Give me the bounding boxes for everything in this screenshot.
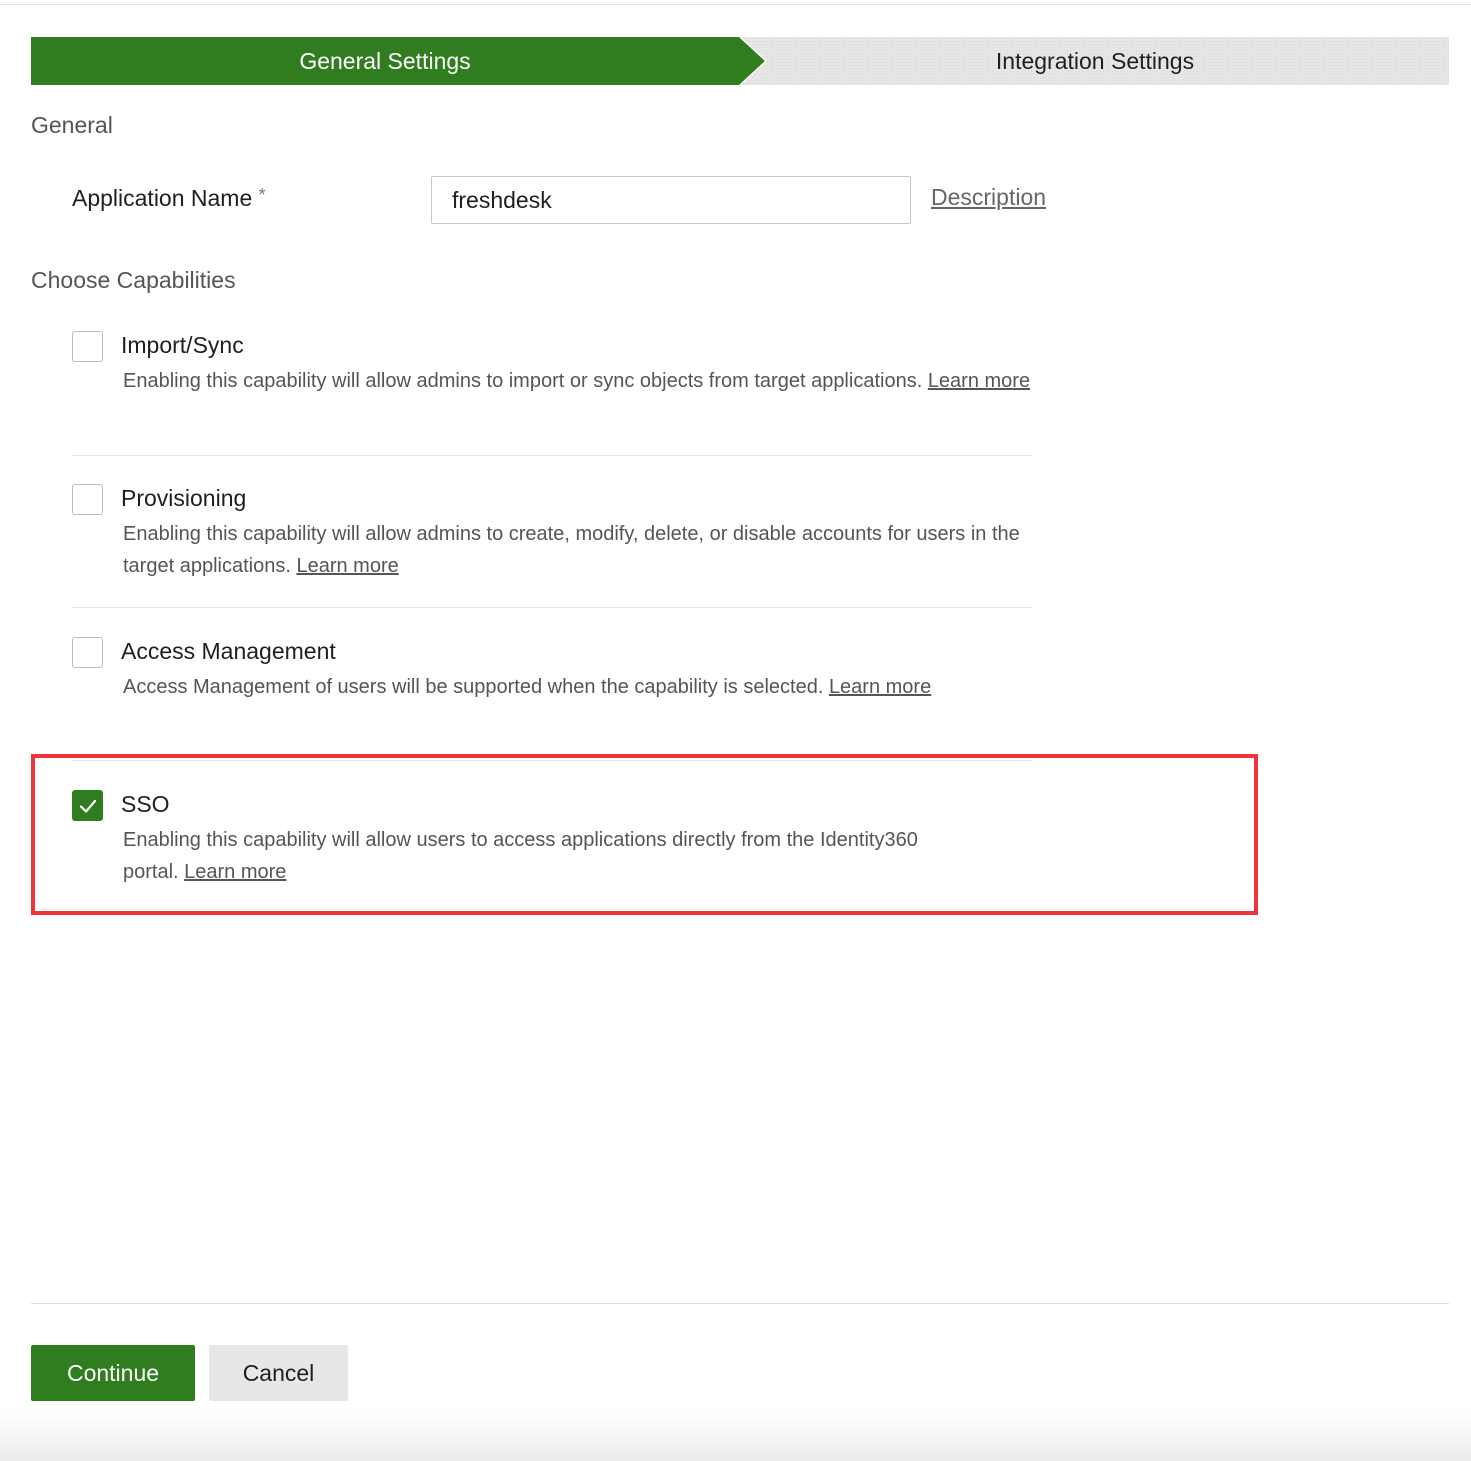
capability-title: Access Management xyxy=(121,638,336,664)
learn-more-link[interactable]: Learn more xyxy=(829,676,931,698)
provisioning-checkbox[interactable] xyxy=(72,484,103,515)
import-sync-checkbox[interactable] xyxy=(72,331,103,362)
capability-description: Access Management of users will be suppo… xyxy=(123,671,1003,703)
step-general-settings[interactable]: General Settings xyxy=(31,37,739,85)
application-name-label: Application Name * xyxy=(72,185,266,212)
footer-divider xyxy=(31,1303,1449,1304)
application-name-input[interactable] xyxy=(431,176,911,224)
wizard-stepper: General Settings Integration Settings xyxy=(31,37,1449,85)
capability-separator xyxy=(72,607,1032,608)
capability-description: Enabling this capability will allow admi… xyxy=(123,518,1033,582)
learn-more-link[interactable]: Learn more xyxy=(296,555,398,577)
sso-highlight-box xyxy=(31,754,1258,915)
learn-more-link[interactable]: Learn more xyxy=(928,370,1030,392)
access-management-checkbox[interactable] xyxy=(72,637,103,668)
capability-title: Provisioning xyxy=(121,485,247,511)
capability-title: Import/Sync xyxy=(121,332,244,358)
capability-description-text: Enabling this capability will allow admi… xyxy=(123,370,923,392)
capability-provisioning: Provisioning Enabling this capability wi… xyxy=(72,484,1032,584)
capability-access-management: Access Management Access Management of u… xyxy=(72,637,1032,737)
capability-import-sync: Import/Sync Enabling this capability wil… xyxy=(72,331,1032,431)
required-mark: * xyxy=(258,185,266,205)
step-integration-settings[interactable]: Integration Settings xyxy=(765,37,1425,85)
capability-description-text: Access Management of users will be suppo… xyxy=(123,676,824,698)
capability-description: Enabling this capability will allow admi… xyxy=(123,365,1033,397)
section-title-capabilities: Choose Capabilities xyxy=(31,267,236,293)
top-divider xyxy=(0,4,1471,5)
capability-description-text: Enabling this capability will allow admi… xyxy=(123,523,1020,577)
cancel-button[interactable]: Cancel xyxy=(209,1345,348,1401)
bottom-fade xyxy=(0,1410,1471,1461)
section-title-general: General xyxy=(31,112,113,138)
continue-button[interactable]: Continue xyxy=(31,1345,195,1401)
capability-separator xyxy=(72,455,1032,456)
application-name-label-text: Application Name xyxy=(72,185,253,211)
description-link[interactable]: Description xyxy=(931,184,1046,211)
